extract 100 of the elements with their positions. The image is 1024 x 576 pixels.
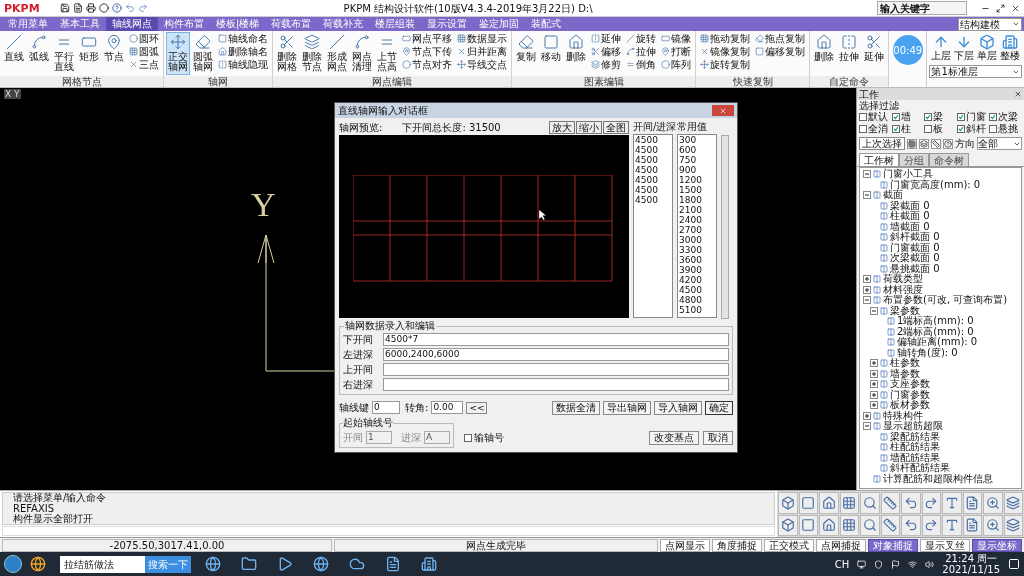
ribbon-tool[interactable]: 数据显示 bbox=[455, 32, 509, 45]
tree-item[interactable]: 梁配筋结果 bbox=[890, 431, 940, 442]
view-tool[interactable] bbox=[880, 514, 900, 536]
list-item[interactable]: 4500 bbox=[635, 165, 671, 175]
view-tool[interactable] bbox=[1003, 492, 1023, 514]
ribbon-tool[interactable]: 镜像复制 bbox=[698, 45, 752, 58]
tree-item[interactable]: 2端标高(mm): 0 bbox=[897, 326, 974, 337]
ribbon-tool[interactable]: 上节点高 bbox=[375, 32, 399, 75]
volume-icon[interactable] bbox=[925, 559, 935, 569]
view-tool[interactable] bbox=[819, 514, 839, 536]
checkbox[interactable] bbox=[859, 112, 867, 121]
status-toggle[interactable]: 对象捕捉 bbox=[868, 538, 918, 552]
floor-button[interactable]: 上层 bbox=[930, 34, 951, 61]
tree-item[interactable]: 墙截面 0 bbox=[890, 221, 930, 232]
list-item[interactable]: 1500 bbox=[679, 185, 715, 195]
printer-icon[interactable] bbox=[85, 3, 96, 13]
view-tool[interactable] bbox=[962, 514, 982, 536]
ribbon-tool[interactable]: 网点清理 bbox=[350, 32, 374, 75]
status-toggle[interactable]: 角度捕捉 bbox=[712, 538, 762, 552]
ribbon-tool[interactable]: 删除节点 bbox=[300, 32, 324, 75]
list-item[interactable]: 4500 bbox=[635, 195, 671, 205]
ribbon-tool[interactable]: 矩形 bbox=[77, 32, 101, 75]
tree-item[interactable]: 梁参数 bbox=[890, 305, 920, 316]
view-tool[interactable] bbox=[1003, 514, 1023, 536]
tree-item[interactable]: 门窗宽高度(mm): 0 bbox=[890, 179, 981, 190]
search-field[interactable]: 输入关键字 bbox=[877, 1, 967, 15]
status-toggle[interactable]: 显示坐标 bbox=[972, 538, 1022, 552]
tree-item[interactable]: 支座参数 bbox=[890, 379, 930, 390]
list-item[interactable]: 900 bbox=[679, 165, 715, 175]
view-tool[interactable] bbox=[901, 492, 921, 514]
list-item[interactable]: 600 bbox=[679, 145, 715, 155]
help-icon[interactable] bbox=[111, 3, 122, 13]
ribbon-tool[interactable]: 延伸 bbox=[589, 32, 623, 45]
view-tool[interactable] bbox=[798, 514, 818, 536]
dialog-button[interactable]: 数据全清 bbox=[552, 400, 600, 415]
ribbon-tool[interactable]: 删除网格 bbox=[275, 32, 299, 75]
collapse-button[interactable]: << bbox=[466, 401, 488, 414]
tree-item[interactable]: 门窗参数 bbox=[890, 389, 930, 400]
view-tool[interactable] bbox=[921, 492, 941, 514]
ribbon-tool[interactable]: 形成网点 bbox=[325, 32, 349, 75]
view-tool[interactable] bbox=[798, 492, 818, 514]
value-list[interactable]: 300 600 750 900 1200 1500 1800 2100 2400 2700 3000 3300 3600 3900 4200 4500 4800 5100 bbox=[677, 134, 717, 318]
list-item[interactable]: 4500 bbox=[635, 185, 671, 195]
cloud-icon[interactable] bbox=[349, 556, 365, 572]
document-icon[interactable] bbox=[385, 556, 401, 572]
checkbox[interactable] bbox=[956, 112, 965, 121]
last-select-button[interactable]: 上次选择 bbox=[859, 137, 905, 150]
checkbox[interactable] bbox=[891, 112, 900, 121]
close-icon[interactable] bbox=[1014, 90, 1022, 98]
scrollbar[interactable] bbox=[721, 135, 729, 319]
menu-tab[interactable]: 装配式 bbox=[525, 17, 568, 31]
menu-tab[interactable]: 轴线网点 bbox=[106, 17, 158, 31]
tree-item[interactable]: 计算配筋和超限构件信息 bbox=[883, 473, 993, 484]
dialog-button[interactable]: 取消 bbox=[703, 431, 733, 445]
collapse-toggle[interactable] bbox=[863, 191, 871, 200]
view-tool[interactable] bbox=[942, 492, 962, 514]
ribbon-tool[interactable]: 阵列 bbox=[659, 58, 693, 71]
ribbon-tool[interactable]: 删除 bbox=[564, 32, 588, 75]
expand-toggle[interactable] bbox=[870, 359, 878, 368]
help-icon[interactable] bbox=[943, 138, 953, 149]
circle-icon[interactable] bbox=[98, 3, 109, 13]
layers-icon[interactable] bbox=[919, 138, 929, 149]
ribbon-tool[interactable]: 镜像 bbox=[659, 32, 693, 45]
view-tool[interactable] bbox=[942, 514, 962, 536]
ribbon-tool[interactable]: 正交轴网 bbox=[166, 32, 190, 75]
input-field[interactable]: 0 bbox=[372, 401, 400, 414]
status-toggle[interactable]: 点网捕捉 bbox=[816, 538, 866, 552]
tree-item[interactable]: 墙配筋结果 bbox=[890, 452, 940, 463]
ribbon-tool[interactable]: 网点平移 bbox=[400, 32, 454, 45]
ribbon-tool[interactable]: 偏移复制 bbox=[753, 45, 807, 58]
ribbon-tool[interactable]: 倒角 bbox=[624, 58, 658, 71]
tree-item[interactable]: 偏轴距离(mm): 0 bbox=[897, 337, 978, 348]
checkbox[interactable] bbox=[891, 124, 900, 133]
ribbon-tool[interactable]: 修剪 bbox=[589, 58, 623, 71]
tree-item[interactable]: 柱截面 0 bbox=[890, 211, 930, 222]
view-tool[interactable] bbox=[860, 492, 880, 514]
tree-item[interactable]: 显示超筋超限 bbox=[883, 421, 943, 432]
tree-item[interactable]: 截面 bbox=[883, 190, 903, 201]
expand-toggle[interactable] bbox=[870, 390, 878, 399]
collapse-toggle[interactable] bbox=[870, 306, 878, 315]
ribbon-tool[interactable]: 直线 bbox=[2, 32, 26, 75]
list-item[interactable]: 3900 bbox=[679, 265, 715, 275]
close-button[interactable] bbox=[712, 105, 734, 116]
checkbox[interactable] bbox=[956, 124, 965, 133]
ribbon-tool[interactable]: 删除 bbox=[812, 32, 836, 75]
tree-item[interactable]: 门窗小工具 bbox=[883, 169, 933, 180]
view-tool[interactable] bbox=[983, 514, 1003, 536]
view-tool[interactable] bbox=[778, 492, 798, 514]
menu-tab[interactable]: 楼板|楼梯 bbox=[210, 17, 266, 31]
ribbon-tool[interactable]: 拖动复制 bbox=[698, 32, 752, 45]
tree-item[interactable]: 轴转角(度): 0 bbox=[897, 347, 958, 358]
menu-tab[interactable]: 基本工具 bbox=[54, 17, 106, 31]
monitor-icon[interactable] bbox=[857, 559, 867, 569]
zoom-button[interactable]: 放大 bbox=[549, 120, 575, 134]
list-item[interactable]: 3000 bbox=[679, 235, 715, 245]
expand-toggle[interactable] bbox=[870, 369, 878, 378]
list-item[interactable]: 750 bbox=[679, 155, 715, 165]
ribbon-tool[interactable]: 弧线 bbox=[27, 32, 51, 75]
menu-tab[interactable]: 荷载布置 bbox=[265, 17, 318, 31]
globe-icon[interactable] bbox=[30, 556, 46, 572]
